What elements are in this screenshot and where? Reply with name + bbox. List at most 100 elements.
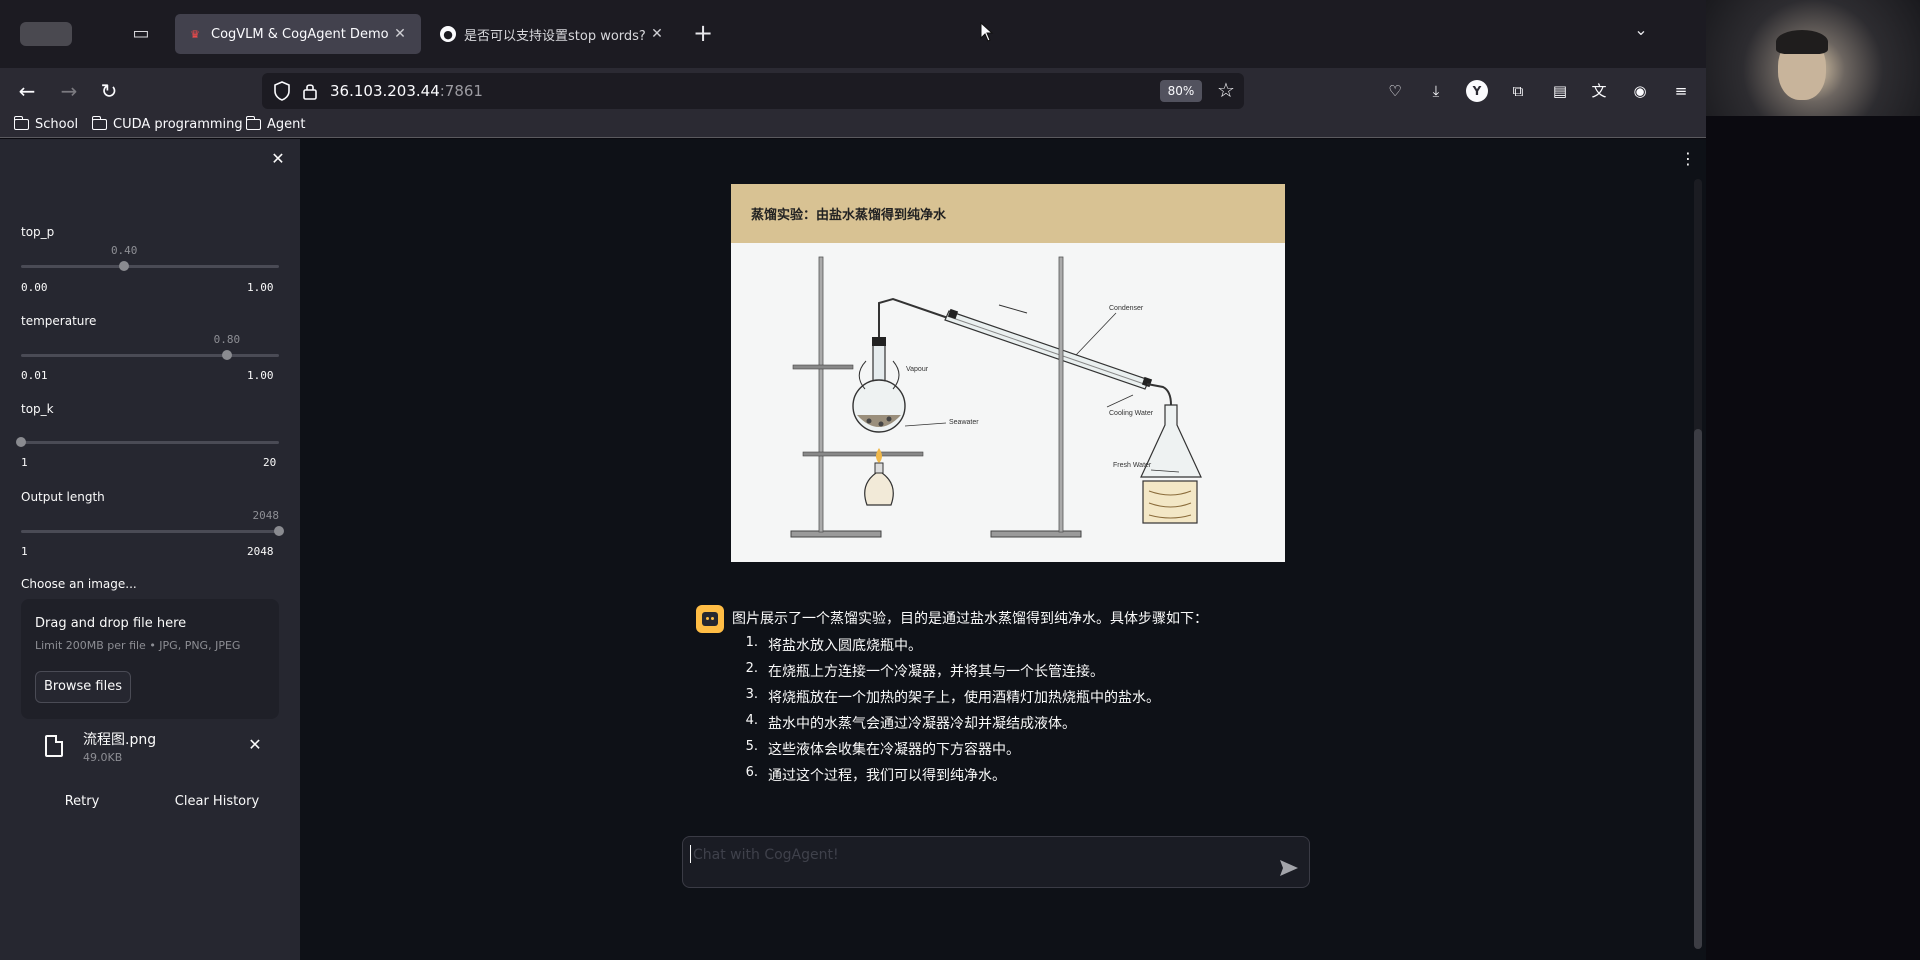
bookmark-school[interactable]: School — [13, 116, 78, 132]
shortcut-icon[interactable]: ▤ — [1549, 80, 1571, 102]
download-icon[interactable]: ⤓ — [1425, 80, 1447, 102]
assistant-message-intro: 图片展示了一个蒸馏实验，目的是通过盐水蒸馏得到纯净水。具体步骤如下： — [732, 611, 1208, 627]
list-item: 2. 在烧瓶上方连接一个冷凝器，并将其与一个长管连接。 — [732, 661, 1160, 687]
retry-button[interactable]: Retry — [18, 785, 146, 819]
list-item: 1. 将盐水放入圆底烧瓶中。 — [732, 635, 1160, 661]
robot-icon — [702, 612, 718, 626]
slider-label: Output length — [21, 490, 105, 504]
desktop-background — [1706, 116, 1920, 960]
slider-max: 1.00 — [247, 281, 274, 294]
file-name: 流程图.png — [83, 732, 157, 748]
yandex-icon[interactable]: Y — [1466, 80, 1488, 102]
person-face — [1776, 30, 1828, 100]
folder-icon — [245, 116, 261, 130]
list-item: 4. 盐水中的水蒸气会通过冷凝器冷却并凝结成液体。 — [732, 713, 1160, 739]
account-icon[interactable]: ◉ — [1629, 80, 1651, 102]
scrollbar[interactable] — [1694, 179, 1702, 949]
pocket-icon[interactable]: ♡ — [1384, 80, 1406, 102]
menu-icon[interactable]: ≡ — [1670, 80, 1692, 102]
step-number: 5. — [745, 739, 758, 754]
streamlit-favicon-icon: ♛ — [190, 27, 200, 41]
slider-thumb[interactable] — [274, 526, 284, 536]
reload-icon[interactable]: ↻ — [96, 78, 122, 104]
lock-icon[interactable] — [302, 82, 318, 100]
seawater-label: Seawater — [949, 419, 979, 426]
bookmark-star-icon[interactable]: ☆ — [1214, 78, 1238, 104]
tab-close-icon[interactable]: ✕ — [648, 26, 666, 42]
remove-file-icon[interactable]: ✕ — [247, 737, 263, 753]
main-menu-icon[interactable]: ⋮ — [1680, 149, 1696, 169]
github-favicon-icon: ● — [440, 26, 456, 42]
translate-icon[interactable]: 文 — [1588, 80, 1610, 102]
slider-max: 1.00 — [247, 369, 274, 382]
slider-label: top_p — [21, 225, 55, 239]
top-p-slider[interactable]: 0.40 — [21, 244, 279, 271]
uploaded-file: 流程图.png 49.0KB ✕ — [21, 725, 279, 775]
extensions-icon[interactable]: ⧉ — [1507, 80, 1529, 102]
output-length-slider[interactable]: 2048 — [21, 509, 284, 536]
list-item: 6. 通过这个过程，我们可以得到纯净水。 — [732, 765, 1160, 791]
slider-min: 0.01 — [21, 369, 48, 382]
step-text: 将烧瓶放在一个加热的架子上，使用酒精灯加热烧瓶中的盐水。 — [768, 690, 1160, 706]
step-text: 将盐水放入圆底烧瓶中。 — [768, 638, 922, 654]
slider-value: 0.40 — [110, 244, 138, 257]
vapour-label: Vapour — [906, 366, 929, 373]
firefox-view-icon[interactable]: ▭ — [128, 22, 154, 46]
slider-thumb[interactable] — [16, 437, 26, 447]
tracking-shield-icon[interactable] — [274, 81, 290, 101]
new-tab-button[interactable]: + — [690, 20, 716, 48]
chat-input-box[interactable] — [682, 836, 1310, 888]
chat-input[interactable] — [693, 843, 1253, 867]
tab-github-issue[interactable]: ● 是否可以支持设置stop words? ✕ — [428, 14, 678, 54]
list-all-tabs-icon[interactable]: ⌄ — [1632, 20, 1650, 44]
image-header: 蒸馏实验：由盐水蒸馏得到纯净水 — [731, 184, 1285, 243]
tab-cogvlm-demo[interactable]: ♛ CogVLM & CogAgent Demo ✕ — [175, 14, 421, 54]
text-caret — [690, 845, 691, 863]
dropzone-limit: Limit 200MB per file • JPG, PNG, JPEG — [35, 639, 241, 652]
back-icon[interactable]: ← — [14, 78, 40, 104]
uploader-label: Choose an image... — [21, 577, 137, 591]
bookmark-cuda-programming[interactable]: CUDA programming — [91, 116, 243, 132]
slider-thumb[interactable] — [119, 261, 130, 271]
browse-files-button[interactable]: Browse files — [35, 671, 131, 703]
temperature-slider[interactable]: 0.80 — [21, 333, 279, 360]
webcam-overlay — [1706, 0, 1920, 116]
forward-icon[interactable]: → — [56, 78, 82, 104]
step-number: 4. — [745, 713, 758, 728]
url-bar[interactable]: 36.103.203.44:7861 80% ☆ — [262, 73, 1244, 109]
condenser-label: Condenser — [1109, 305, 1144, 312]
tab-title: 是否可以支持设置stop words? — [464, 28, 646, 44]
url-text[interactable]: 36.103.203.44:7861 — [330, 82, 483, 100]
close-sidebar-icon[interactable]: ✕ — [270, 151, 286, 167]
list-item: 5. 这些液体会收集在冷凝器的下方容器中。 — [732, 739, 1160, 765]
slider-max: 20 — [263, 456, 277, 469]
file-dropzone[interactable]: Drag and drop file here Limit 200MB per … — [21, 599, 279, 719]
slider-label: temperature — [21, 314, 97, 328]
fresh-water-label: Fresh Water — [1113, 462, 1152, 469]
slider-thumb[interactable] — [221, 350, 232, 360]
step-text: 这些液体会收集在冷凝器的下方容器中。 — [768, 742, 1020, 758]
clear-history-button[interactable]: Clear History — [153, 785, 281, 819]
slider-min: 0.00 — [21, 281, 48, 294]
step-number: 1. — [745, 635, 758, 650]
send-icon[interactable] — [1279, 859, 1299, 877]
window-menu-button[interactable] — [20, 22, 72, 46]
slider-value: 2048 — [252, 509, 280, 522]
browser-tab-strip: ▭ ♛ CogVLM & CogAgent Demo ✕ ● 是否可以支持设置s… — [0, 0, 1706, 68]
image-title: 蒸馏实验：由盐水蒸馏得到纯净水 — [751, 208, 947, 223]
step-text: 通过这个过程，我们可以得到纯净水。 — [768, 768, 1006, 784]
slider-value: 0.80 — [213, 333, 241, 346]
step-text: 盐水中的水蒸气会通过冷凝器冷却并凝结成液体。 — [768, 716, 1076, 732]
scrollbar-thumb[interactable] — [1694, 429, 1702, 949]
zoom-level-badge[interactable]: 80% — [1160, 80, 1202, 102]
top-k-slider[interactable] — [16, 437, 279, 447]
slider-min: 1 — [21, 456, 28, 469]
mouse-cursor-icon — [980, 22, 994, 42]
assistant-steps-list: 1. 将盐水放入圆底烧瓶中。 2. 在烧瓶上方连接一个冷凝器，并将其与一个长管连接。… — [732, 635, 1160, 791]
bookmark-agent[interactable]: Agent — [245, 116, 305, 132]
url-host: 36.103.203.44 — [330, 82, 440, 100]
tab-close-icon[interactable]: ✕ — [391, 26, 409, 42]
main-chat-area: ⋮ 蒸馏实验：由盐水蒸馏得到纯净水 Vapour Seawater Conden… — [300, 139, 1706, 960]
folder-icon — [91, 116, 107, 130]
file-size: 49.0KB — [83, 751, 123, 764]
